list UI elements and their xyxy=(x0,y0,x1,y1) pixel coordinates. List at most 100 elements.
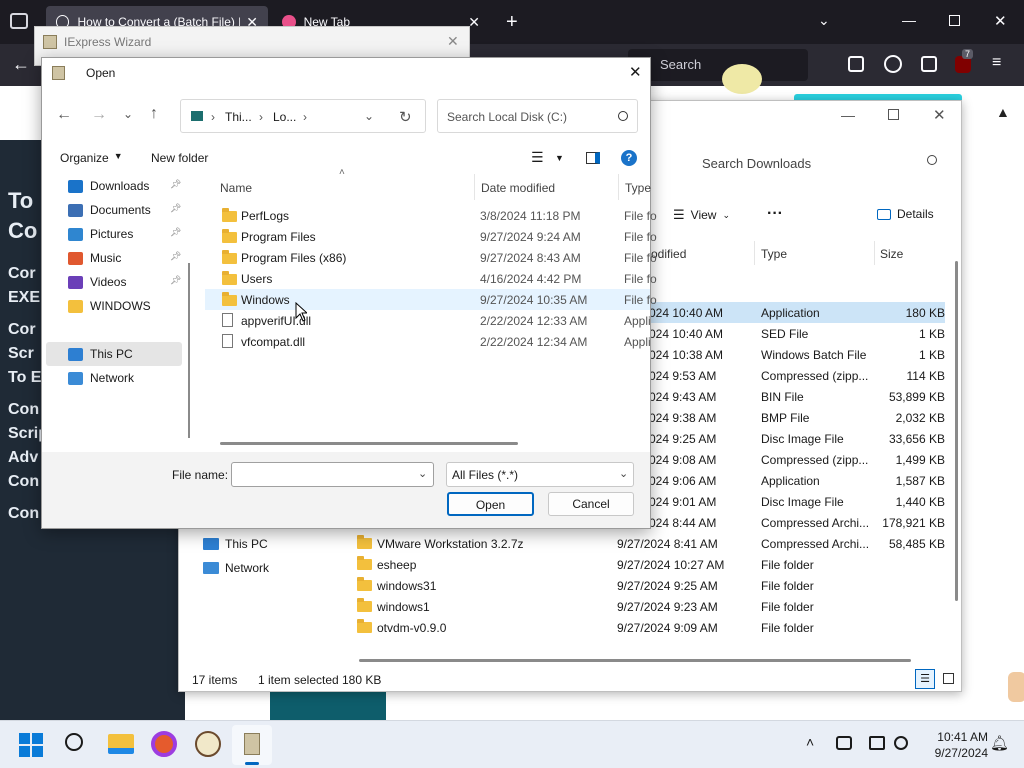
search-box[interactable]: Search xyxy=(628,49,808,81)
menu-icon[interactable]: ≡ xyxy=(992,54,1001,72)
account-icon[interactable] xyxy=(884,55,902,73)
table-row[interactable]: esheep 9/27/2024 10:27 AM File folder xyxy=(339,554,945,575)
close-icon[interactable]: ✕ xyxy=(447,33,459,50)
breadcrumb-item[interactable]: Lo... xyxy=(273,110,296,124)
horizontal-scrollbar[interactable] xyxy=(220,442,518,445)
scroll-up-icon[interactable]: ▲ xyxy=(996,104,1010,120)
forward-icon[interactable]: → xyxy=(91,106,107,124)
iexpress-icon xyxy=(244,733,260,755)
column-header-date[interactable]: Date modified xyxy=(481,181,555,195)
search-icon xyxy=(927,155,937,165)
column-header-size[interactable]: Size xyxy=(880,247,903,261)
table-row[interactable]: windows31 9/27/2024 9:25 AM File folder xyxy=(339,575,945,596)
notification-bell-icon[interactable]: 🔔︎ xyxy=(990,734,1009,752)
nav-item-this-pc[interactable]: This PC xyxy=(203,537,268,551)
cancel-button[interactable]: Cancel xyxy=(548,492,634,516)
table-row[interactable]: otvdm-v0.9.0 9/27/2024 9:09 AM File folder xyxy=(339,617,945,638)
chevron-down-icon[interactable]: ⌄ xyxy=(418,467,427,480)
page-link[interactable]: Con xyxy=(8,505,39,523)
help-icon[interactable]: ? xyxy=(621,150,637,166)
close-icon[interactable]: ✕ xyxy=(629,63,642,81)
back-icon[interactable]: ← xyxy=(12,54,30,75)
view-menu-icon[interactable]: ☰ xyxy=(531,149,544,166)
close-window-icon[interactable]: ✕ xyxy=(933,106,946,124)
search-input[interactable]: Search Downloads xyxy=(687,149,951,179)
display-icon[interactable] xyxy=(869,736,885,750)
file-row[interactable]: Program Files (x86) 9/27/2024 8:43 AM File… xyxy=(205,247,657,268)
cell-date: 024 9:01 AM xyxy=(649,495,717,509)
breadcrumb-item[interactable]: Thi... xyxy=(225,110,252,124)
cell-name: Windows xyxy=(241,293,290,307)
new-folder-button[interactable]: New folder xyxy=(151,151,208,165)
close-window-icon[interactable]: ✕ xyxy=(994,12,1007,30)
recent-locations-icon[interactable]: ⌄ xyxy=(123,107,133,121)
file-row[interactable]: appverifUI.dll 2/22/2024 12:33 AM Appli xyxy=(205,310,651,331)
back-icon[interactable]: ← xyxy=(56,106,72,124)
page-link[interactable]: Cor xyxy=(8,321,36,339)
clock[interactable]: 10:41 AM 9/27/2024 xyxy=(916,729,988,761)
page-link[interactable]: Scr xyxy=(8,345,34,363)
minimize-icon[interactable]: — xyxy=(841,107,855,123)
column-header-type[interactable]: Type xyxy=(761,247,787,261)
more-options-icon[interactable]: ··· xyxy=(767,205,783,223)
cell-name: Users xyxy=(241,272,273,286)
page-link[interactable]: Con xyxy=(8,473,39,491)
chevron-down-icon[interactable]: ▼ xyxy=(555,153,564,163)
page-link[interactable]: Cor xyxy=(8,265,36,283)
folder-icon xyxy=(357,598,372,612)
search-icon[interactable] xyxy=(65,733,83,751)
address-bar[interactable]: › Thi... › Lo... › ⌄ ↻ xyxy=(180,99,426,133)
organize-label: Organize xyxy=(60,151,109,165)
column-header-name[interactable]: Name xyxy=(220,181,252,195)
taskbar-active-app[interactable] xyxy=(232,725,272,765)
volume-off-icon[interactable] xyxy=(894,736,908,750)
up-icon[interactable]: ↑ xyxy=(150,105,158,123)
page-link[interactable]: Con xyxy=(8,401,39,419)
details-button[interactable]: Details xyxy=(877,207,934,221)
file-row[interactable]: vfcompat.dll 2/22/2024 12:34 AM Appli xyxy=(205,331,651,352)
details-view-icon[interactable]: ☰ xyxy=(915,669,935,689)
firefox-icon[interactable] xyxy=(151,731,177,757)
column-header-type[interactable]: Type xyxy=(625,181,651,195)
chevron-down-icon[interactable]: ⌄ xyxy=(818,12,830,29)
file-row[interactable]: Users 4/16/2024 4:42 PM File fo xyxy=(205,268,657,289)
vertical-scrollbar[interactable] xyxy=(955,261,958,601)
search-input[interactable]: Search Local Disk (C:) xyxy=(437,99,638,133)
minimize-icon[interactable]: — xyxy=(902,12,916,28)
new-tab-icon[interactable]: + xyxy=(506,11,518,34)
page-link[interactable]: EXE xyxy=(8,289,40,307)
file-type-select[interactable]: All Files (*.*) ⌄ xyxy=(446,462,634,487)
refresh-icon[interactable]: ↻ xyxy=(399,108,412,126)
open-button[interactable]: Open xyxy=(447,492,534,516)
extensions-icon[interactable] xyxy=(921,56,937,72)
nav-item-network[interactable]: Network xyxy=(203,561,269,575)
table-row[interactable]: VMware Workstation 3.2.7z 9/27/2024 8:41 … xyxy=(339,533,945,554)
view-button[interactable]: ☰ View ⌄ xyxy=(673,207,730,223)
tiles-view-icon[interactable] xyxy=(943,673,954,684)
page-link[interactable]: To E xyxy=(8,369,41,387)
folder-icon xyxy=(357,556,372,570)
table-row[interactable]: windows1 9/27/2024 9:23 AM File folder xyxy=(339,596,945,617)
file-row[interactable]: PerfLogs 3/8/2024 11:18 PM File fo xyxy=(205,205,657,226)
chevron-up-icon[interactable]: ˄ xyxy=(806,734,814,750)
nav-item-network[interactable]: Network xyxy=(46,366,182,390)
filename-input[interactable]: ⌄ xyxy=(231,462,434,487)
file-row[interactable]: Windows 9/27/2024 10:35 AM File fo xyxy=(205,289,657,310)
file-row[interactable]: Program Files 9/27/2024 9:24 AM File fo xyxy=(205,226,657,247)
horizontal-scrollbar[interactable] xyxy=(359,659,911,662)
page-link[interactable]: Adv xyxy=(8,449,38,467)
organize-button[interactable]: Organize ▼ xyxy=(60,151,123,165)
tab-list-icon[interactable] xyxy=(10,13,28,29)
start-icon[interactable] xyxy=(19,733,43,757)
pocket-icon[interactable] xyxy=(848,56,864,72)
chevron-down-icon[interactable]: ⌄ xyxy=(364,109,374,123)
cell-type: File folder xyxy=(761,600,814,614)
nav-item-downloads[interactable]: Downloads 📌︎ xyxy=(46,174,182,198)
maximize-icon[interactable] xyxy=(888,109,899,120)
close-tab-icon[interactable]: ✕ xyxy=(468,14,480,31)
sheep-app-icon[interactable] xyxy=(195,731,221,757)
network-off-icon[interactable] xyxy=(836,736,852,750)
restore-icon[interactable] xyxy=(949,15,960,26)
preview-pane-icon[interactable] xyxy=(586,152,600,164)
file-explorer-icon[interactable] xyxy=(108,734,134,754)
